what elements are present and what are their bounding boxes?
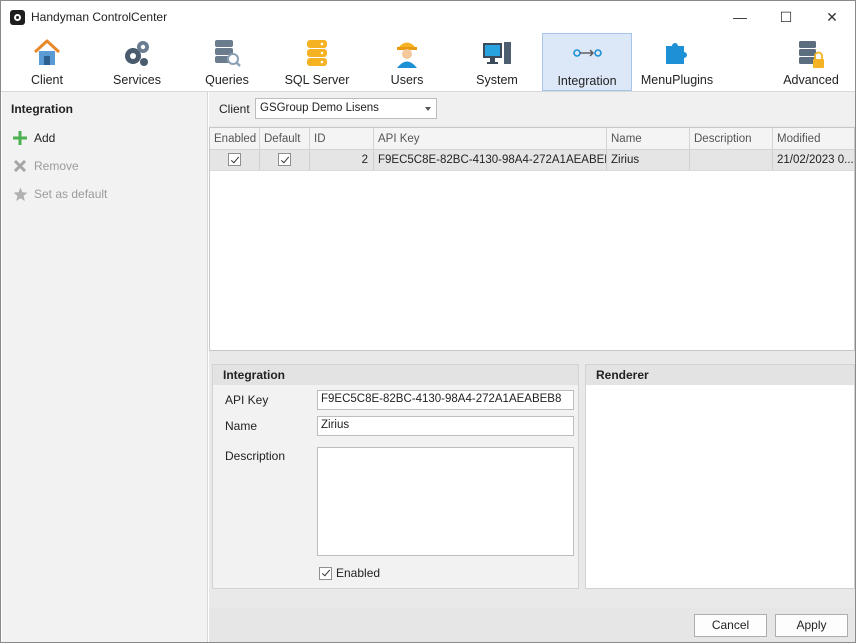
enabled-checkbox-row[interactable]: Enabled xyxy=(319,566,380,580)
tab-client[interactable]: Client xyxy=(2,33,92,91)
tab-queries-label: Queries xyxy=(205,73,249,87)
client-filter-bar: Client GSGroup Demo Lisens xyxy=(209,92,855,126)
database-search-icon xyxy=(215,40,241,67)
tab-queries[interactable]: Queries xyxy=(182,33,272,91)
name-label: Name xyxy=(225,419,258,433)
tab-menuplugins[interactable]: MenuPlugins xyxy=(632,33,722,91)
cancel-button[interactable]: Cancel xyxy=(694,614,767,637)
tab-integration[interactable]: Integration xyxy=(542,33,632,91)
cell-modified: 21/02/2023 0... xyxy=(777,154,854,166)
client-label: Client xyxy=(219,102,250,116)
enabled-checkbox[interactable] xyxy=(228,153,241,166)
column-header-default[interactable]: Default xyxy=(260,128,310,150)
tab-users-label: Users xyxy=(390,73,424,87)
column-header-id[interactable]: ID xyxy=(310,128,374,150)
default-checkbox[interactable] xyxy=(278,153,291,166)
client-dropdown[interactable]: GSGroup Demo Lisens xyxy=(255,98,437,119)
add-button-label: Add xyxy=(34,131,56,145)
close-button[interactable]: ✕ xyxy=(809,1,855,33)
database-icon xyxy=(307,40,327,66)
remove-button[interactable]: Remove xyxy=(12,157,79,175)
tab-services-label: Services xyxy=(113,73,161,87)
gears-icon xyxy=(125,41,149,66)
cell-default[interactable] xyxy=(260,150,310,170)
computer-icon xyxy=(483,42,511,64)
name-field[interactable]: Zirius xyxy=(317,416,574,436)
main-panel: Client GSGroup Demo Lisens Enabled Defau… xyxy=(209,92,855,642)
tab-advanced-label: Advanced xyxy=(783,73,839,87)
column-header-description[interactable]: Description xyxy=(690,128,773,150)
enabled-label: Enabled xyxy=(336,566,381,580)
window-title: Handyman ControlCenter xyxy=(31,10,168,24)
api-key-label: API Key xyxy=(225,393,269,407)
cell-name: Zirius xyxy=(607,150,690,170)
set-default-button-label: Set as default xyxy=(34,187,108,201)
column-header-enabled[interactable]: Enabled xyxy=(210,128,260,150)
cell-id: 2 xyxy=(310,150,374,170)
table-row[interactable]: 2 F9EC5C8E-82BC-4130-98A4-272A1AEABEB8 Z… xyxy=(210,150,854,171)
sidebar-title: Integration xyxy=(11,102,73,116)
dialog-footer: Cancel Apply xyxy=(209,608,855,642)
app-window: Handyman ControlCenter — ☐ ✕ Client Serv… xyxy=(0,0,856,643)
server-lock-icon xyxy=(799,41,824,68)
client-dropdown-value: GSGroup Demo Lisens xyxy=(260,102,379,114)
tab-sql-server-label: SQL Server xyxy=(284,73,350,87)
tab-system-label: System xyxy=(476,73,518,87)
x-icon xyxy=(12,158,28,174)
title-bar: Handyman ControlCenter — ☐ ✕ xyxy=(1,1,855,33)
cell-api-key: F9EC5C8E-82BC-4130-98A4-272A1AEABEB8 xyxy=(374,150,607,170)
api-key-field[interactable]: F9EC5C8E-82BC-4130-98A4-272A1AEABEB8 xyxy=(317,390,574,410)
enabled-detail-checkbox[interactable] xyxy=(319,566,332,580)
integrations-grid: Enabled Default ID API Key Name Descript… xyxy=(209,127,855,351)
tab-client-label: Client xyxy=(31,73,63,87)
ribbon-toolbar: Client Services Queries SQL Server Users… xyxy=(1,33,855,91)
description-field[interactable] xyxy=(317,447,574,556)
minimize-button[interactable]: — xyxy=(717,1,763,33)
tab-system[interactable]: System xyxy=(452,33,542,91)
puzzle-icon xyxy=(666,43,687,64)
app-logo-icon xyxy=(10,10,25,25)
description-label: Description xyxy=(225,449,286,463)
star-icon xyxy=(12,186,28,202)
tab-sql-server[interactable]: SQL Server xyxy=(272,33,362,91)
plus-icon xyxy=(12,130,28,146)
integration-details-panel: Integration API Key F9EC5C8E-82BC-4130-9… xyxy=(212,364,579,589)
renderer-panel-title: Renderer xyxy=(586,365,854,385)
tab-advanced[interactable]: Advanced xyxy=(766,33,856,91)
remove-button-label: Remove xyxy=(34,159,79,173)
integration-icon xyxy=(573,49,602,57)
chevron-down-icon xyxy=(425,107,431,111)
column-header-api-key[interactable]: API Key xyxy=(374,128,607,150)
maximize-button[interactable]: ☐ xyxy=(763,1,809,33)
tab-users[interactable]: Users xyxy=(362,33,452,91)
column-header-modified[interactable]: Modified xyxy=(773,128,854,150)
column-header-name[interactable]: Name xyxy=(607,128,690,150)
set-default-button[interactable]: Set as default xyxy=(12,185,107,203)
house-icon xyxy=(33,39,61,65)
tab-integration-label: Integration xyxy=(557,74,617,88)
renderer-panel: Renderer xyxy=(585,364,855,589)
cell-description xyxy=(690,150,773,170)
tab-services[interactable]: Services xyxy=(92,33,182,91)
worker-icon xyxy=(397,42,417,68)
grid-header: Enabled Default ID API Key Name Descript… xyxy=(210,128,854,150)
tab-menuplugins-label: MenuPlugins xyxy=(640,73,714,87)
add-button[interactable]: Add xyxy=(12,129,55,147)
sidebar: Integration Add Remove Set as default xyxy=(2,92,208,642)
integration-panel-title: Integration xyxy=(213,365,578,385)
cell-enabled[interactable] xyxy=(210,150,260,170)
apply-button[interactable]: Apply xyxy=(775,614,848,637)
